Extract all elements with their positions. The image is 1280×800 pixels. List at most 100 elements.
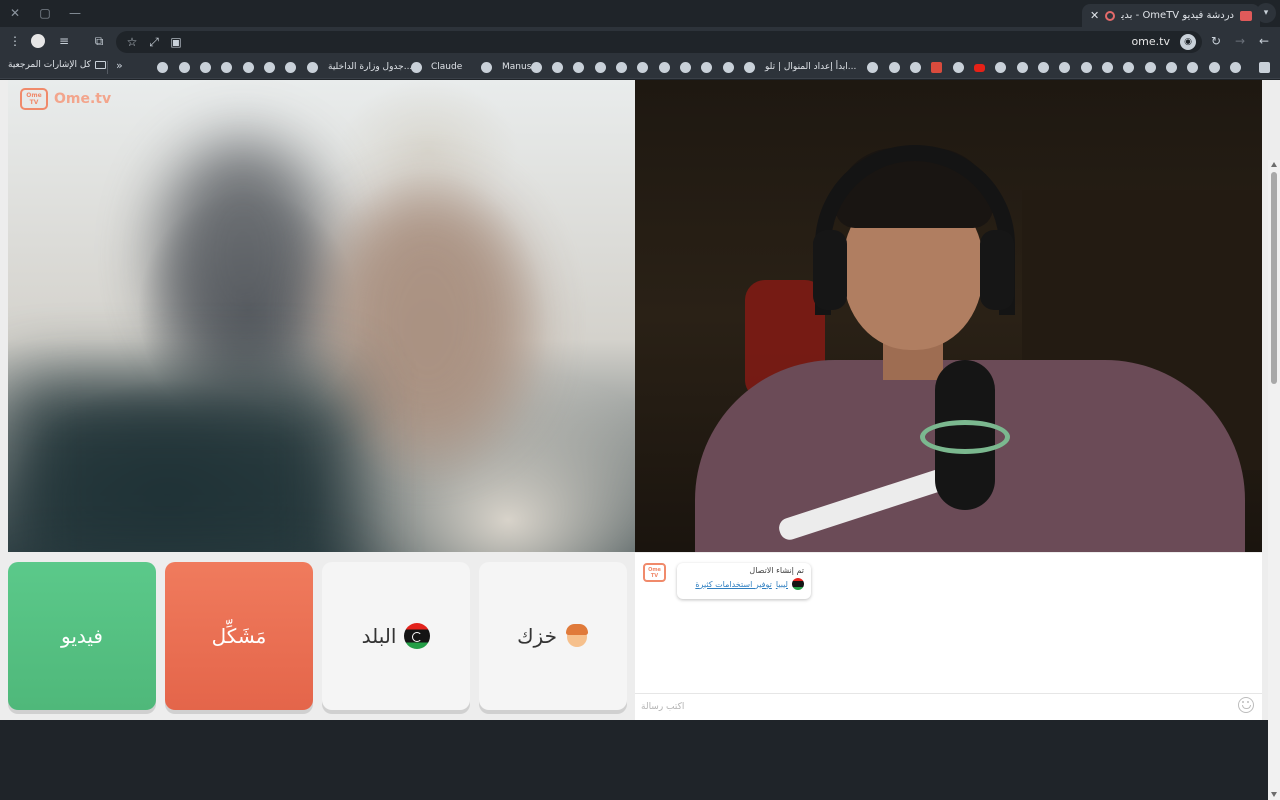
bookmark-star-icon[interactable]: ☆ bbox=[124, 34, 140, 50]
reading-list-icon[interactable]: ≡ bbox=[56, 33, 72, 49]
browser-tab[interactable]: دردشة فيديو OmeTV - بديل ✕ bbox=[1082, 4, 1260, 27]
bookmark-icon[interactable] bbox=[1209, 62, 1220, 73]
tab-strip: ✕ ▢ — + دردشة فيديو OmeTV - بديل ✕ ▾ bbox=[0, 0, 1280, 27]
extensions-icon[interactable]: ⧉ bbox=[91, 33, 107, 49]
bookmarks-bar: كل الإشارات المرجعية » جدول وزارة الداخل… bbox=[0, 56, 1280, 79]
scroll-up-arrow-icon[interactable] bbox=[1271, 162, 1277, 167]
bookmark-icon[interactable] bbox=[264, 62, 275, 73]
promo-link[interactable]: توفير استخدامات كثيرة bbox=[695, 580, 772, 589]
youtube-icon[interactable] bbox=[974, 64, 985, 72]
bookmark-icon[interactable] bbox=[1017, 62, 1028, 73]
bookmark-setup[interactable]: ابدأ إعداد المنوال | تلو... bbox=[765, 62, 856, 72]
bookmark-icon[interactable] bbox=[1081, 62, 1092, 73]
gmail-icon[interactable] bbox=[931, 62, 942, 73]
all-bookmarks-label: كل الإشارات المرجعية bbox=[8, 60, 91, 70]
country-link[interactable]: ليبيا bbox=[776, 580, 788, 589]
bookmark-icon[interactable] bbox=[179, 62, 190, 73]
tab-title: دردشة فيديو OmeTV - بديل bbox=[1121, 10, 1234, 21]
bookmark-icon[interactable] bbox=[285, 62, 296, 73]
address-bar[interactable]: ☆ ⤢ ▣ ome.tv ◉ bbox=[116, 31, 1202, 53]
bookmark-icon[interactable] bbox=[1187, 62, 1198, 73]
bookmark-icon[interactable] bbox=[481, 62, 492, 73]
libya-flag-icon bbox=[792, 578, 804, 590]
bookmark-icon[interactable] bbox=[157, 62, 168, 73]
connection-details: ليبيا توفير استخدامات كثيرة bbox=[684, 578, 804, 590]
self-camera-video bbox=[635, 80, 1262, 552]
report-button[interactable]: مَشَكِّل bbox=[165, 562, 313, 710]
bookmark-icon[interactable] bbox=[867, 62, 878, 73]
scrollbar-thumb[interactable] bbox=[1271, 172, 1277, 384]
stranger-video: Ome TV Ome.tv bbox=[8, 80, 635, 552]
bookmark-icon[interactable] bbox=[221, 62, 232, 73]
bookmark-icon[interactable] bbox=[552, 62, 563, 73]
bookmark-icon[interactable] bbox=[1259, 62, 1270, 73]
bookmark-icon[interactable] bbox=[616, 62, 627, 73]
bookmark-icon[interactable] bbox=[307, 62, 318, 73]
chat-panel: Ome TV تم إنشاء الاتصال ليبيا توفير استخ… bbox=[635, 553, 1262, 720]
bookmark-icon[interactable] bbox=[573, 62, 584, 73]
bookmark-icon[interactable] bbox=[1166, 62, 1177, 73]
bookmark-icon[interactable] bbox=[531, 62, 542, 73]
bookmark-icon[interactable] bbox=[995, 62, 1006, 73]
bookmark-icon[interactable] bbox=[659, 62, 670, 73]
site-info-icon[interactable]: ◉ bbox=[1180, 34, 1196, 50]
profile-avatar[interactable] bbox=[31, 34, 45, 48]
bookmark-icon[interactable] bbox=[637, 62, 648, 73]
country-filter-button[interactable]: البلد bbox=[322, 562, 470, 710]
scroll-down-arrow-icon[interactable] bbox=[1271, 792, 1277, 797]
bookmark-icon[interactable] bbox=[1102, 62, 1113, 73]
bookmark-manus[interactable]: Manus bbox=[502, 62, 531, 72]
forward-icon[interactable]: → bbox=[1232, 33, 1248, 49]
tab-close-icon[interactable]: ✕ bbox=[1090, 9, 1099, 22]
bookmark-icon[interactable] bbox=[953, 62, 964, 73]
install-app-icon[interactable]: ▣ bbox=[168, 34, 184, 50]
bookmark-icon[interactable] bbox=[1059, 62, 1070, 73]
back-icon[interactable]: ← bbox=[1256, 33, 1272, 49]
person-emoji-icon bbox=[565, 623, 589, 649]
country-button-label: البلد bbox=[361, 624, 397, 648]
tab-favicon-icon bbox=[1240, 10, 1252, 21]
close-window-icon[interactable]: ✕ bbox=[6, 4, 24, 22]
ometv-logo-text: Ome.tv bbox=[54, 91, 112, 107]
bookmark-icon[interactable] bbox=[1038, 62, 1049, 73]
reload-icon[interactable]: ↻ bbox=[1208, 33, 1224, 49]
page-scrollbar[interactable] bbox=[1268, 160, 1280, 800]
tab-search-button[interactable]: ▾ bbox=[1256, 3, 1276, 23]
bookmark-icon[interactable] bbox=[411, 62, 422, 73]
bookmark-icon[interactable] bbox=[243, 62, 254, 73]
all-bookmarks-button[interactable]: كل الإشارات المرجعية bbox=[8, 60, 106, 70]
menu-kebab-icon[interactable]: ⋮ bbox=[7, 33, 23, 49]
bookmarks-overflow-button[interactable]: » bbox=[116, 59, 123, 72]
libya-flag-icon bbox=[404, 623, 431, 649]
system-message: تم إنشاء الاتصال ليبيا توفير استخدامات ك… bbox=[677, 563, 811, 599]
screenshot-icon[interactable]: ⤢ bbox=[146, 34, 162, 50]
bookmark-icon[interactable] bbox=[1123, 62, 1134, 73]
video-blur-shape bbox=[328, 190, 528, 450]
bookmark-icon[interactable] bbox=[723, 62, 734, 73]
folder-icon bbox=[94, 61, 106, 69]
video-headset-ear bbox=[980, 230, 1014, 310]
bookmark-ministry-schedule[interactable]: جدول وزارة الداخلية... bbox=[328, 62, 412, 72]
minimize-window-icon[interactable]: — bbox=[66, 4, 84, 22]
bookmark-claude[interactable]: Claude bbox=[431, 62, 462, 72]
bookmark-icon[interactable] bbox=[701, 62, 712, 73]
bookmark-icon[interactable] bbox=[744, 62, 755, 73]
bookmark-icon[interactable] bbox=[910, 62, 921, 73]
url-text: ome.tv bbox=[1131, 35, 1170, 48]
ometv-logo-icon: Ome TV bbox=[20, 88, 48, 110]
chat-message-input[interactable] bbox=[641, 698, 1221, 716]
connection-message: تم إنشاء الاتصال bbox=[749, 566, 804, 575]
bookmark-icon[interactable] bbox=[200, 62, 211, 73]
emoji-picker-icon[interactable] bbox=[1238, 697, 1254, 713]
emoji-hair bbox=[565, 624, 588, 635]
bookmark-icon[interactable] bbox=[595, 62, 606, 73]
bookmark-icon[interactable] bbox=[1230, 62, 1241, 73]
video-headset-ear bbox=[813, 230, 847, 310]
video-button[interactable]: فيديو bbox=[8, 562, 156, 710]
bookmark-icon[interactable] bbox=[680, 62, 691, 73]
maximize-window-icon[interactable]: ▢ bbox=[36, 4, 54, 22]
gender-filter-button[interactable]: خزك bbox=[479, 562, 627, 710]
bookmark-icon[interactable] bbox=[889, 62, 900, 73]
ometv-logo[interactable]: Ome TV Ome.tv bbox=[20, 88, 111, 110]
bookmark-icon[interactable] bbox=[1145, 62, 1156, 73]
